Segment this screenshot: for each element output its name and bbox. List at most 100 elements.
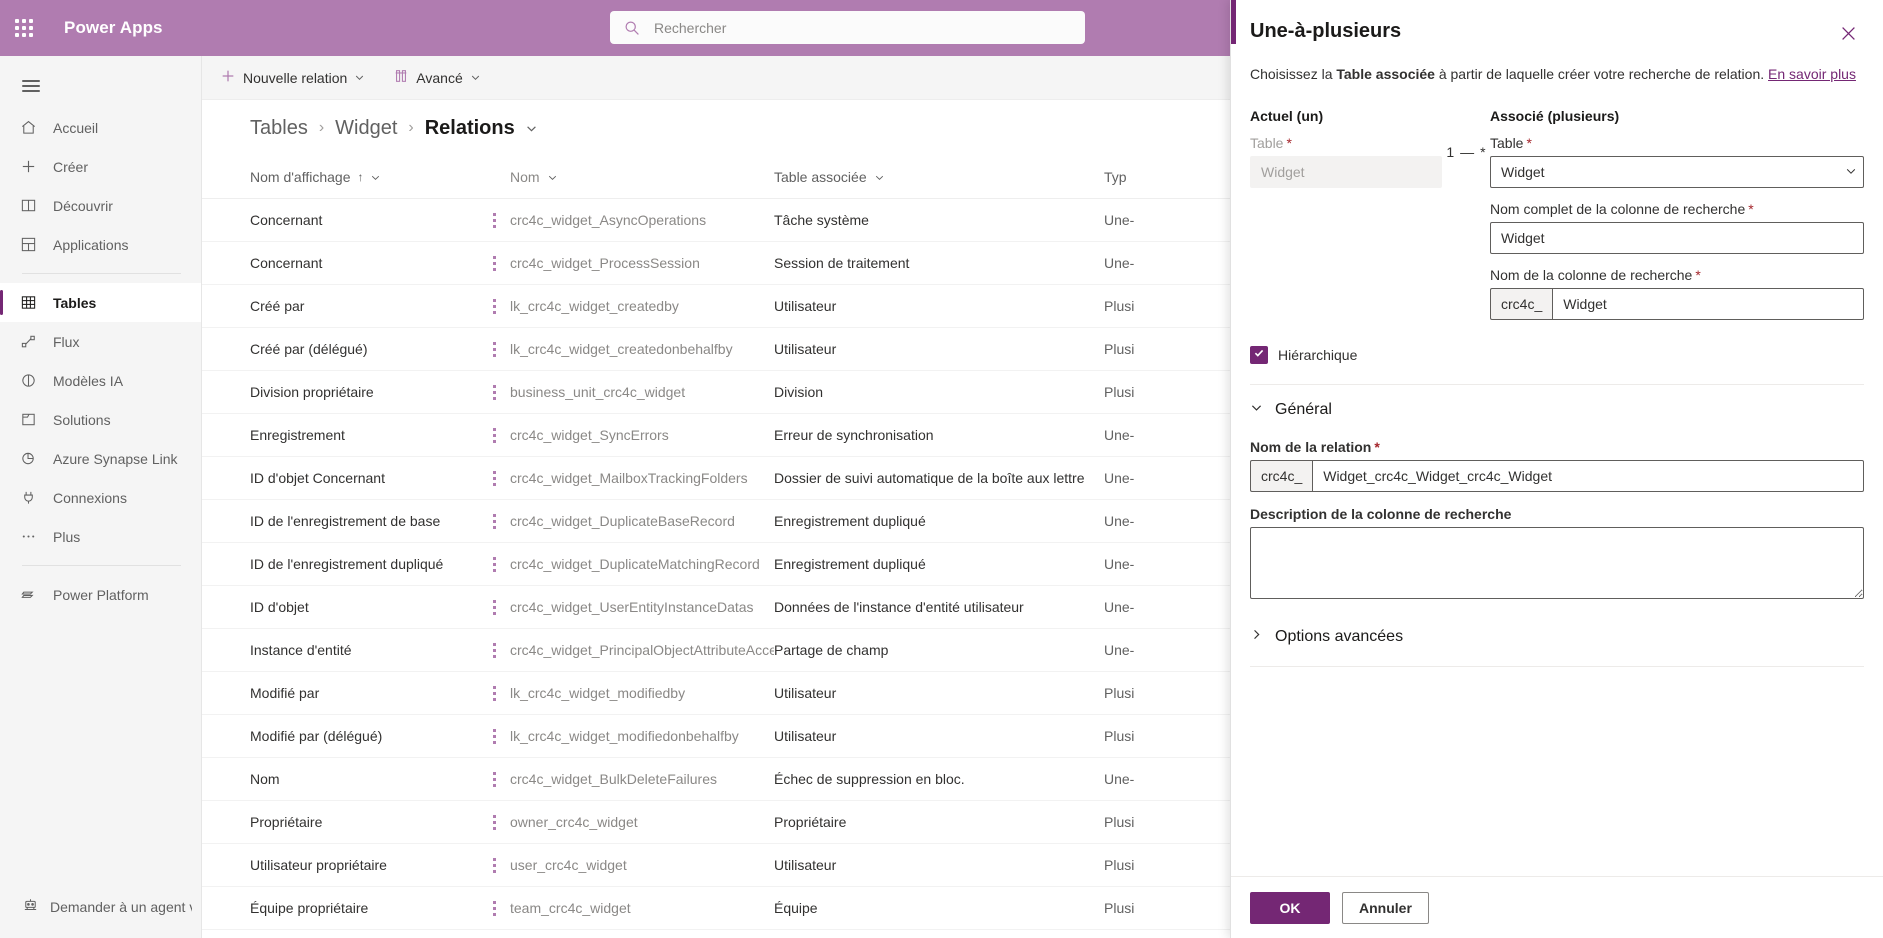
sidebar-item-applications[interactable]: Applications: [0, 225, 201, 264]
search-input[interactable]: [652, 18, 1032, 37]
sidebar-item-azure-synapse-link[interactable]: Azure Synapse Link: [0, 439, 201, 478]
relation-name-input[interactable]: Widget_crc4c_Widget_crc4c_Widget: [1312, 460, 1864, 493]
cell-text: Propriétaire: [774, 814, 847, 830]
column-header-display-name[interactable]: Nom d'affichage ↑: [250, 169, 478, 185]
cell-type: Une-: [1104, 771, 1244, 787]
cell-text: Concernant: [250, 255, 323, 271]
sidebar-item-creer[interactable]: Créer: [0, 147, 201, 186]
global-search[interactable]: [610, 11, 1085, 44]
panel-title: Une-à-plusieurs: [1250, 20, 1402, 42]
cell-text: Nom: [250, 771, 280, 787]
panel-header: Une-à-plusieurs: [1231, 0, 1883, 48]
cell-display-name: Créé par: [250, 298, 478, 314]
general-section-toggle[interactable]: Général: [1250, 401, 1864, 419]
cell-display-name: Nom: [250, 771, 478, 787]
hamburger-icon[interactable]: [0, 64, 201, 108]
row-menu-button[interactable]: [478, 341, 510, 357]
chevron-down-icon: [354, 70, 365, 86]
lookup-schema-name-label: Nom de la colonne de recherche *: [1490, 267, 1864, 283]
cell-text: Plusi: [1104, 298, 1135, 314]
row-menu-button[interactable]: [478, 814, 510, 830]
hierarchical-row: Hiérarchique: [1250, 346, 1864, 365]
cancel-button[interactable]: Annuler: [1342, 891, 1429, 924]
chevron-right-icon: [1250, 628, 1263, 646]
row-menu-button[interactable]: [478, 556, 510, 572]
sidebar-item-power-platform[interactable]: Power Platform: [0, 575, 201, 614]
sidebar-item-flux[interactable]: Flux: [0, 322, 201, 361]
cell-display-name: Créé par (délégué): [250, 341, 478, 357]
row-menu-button[interactable]: [478, 212, 510, 228]
cell-text: Enregistrement dupliqué: [774, 556, 926, 572]
cell-type: Plusi: [1104, 728, 1244, 744]
related-table-dropdown[interactable]: Widget: [1490, 156, 1864, 189]
hierarchical-checkbox[interactable]: [1250, 346, 1268, 365]
cell-text: Créé par: [250, 298, 305, 314]
row-menu-button[interactable]: [478, 599, 510, 615]
cell-text: Une-: [1104, 513, 1135, 529]
row-menu-button[interactable]: [478, 427, 510, 443]
app-brand-title[interactable]: Power Apps: [64, 18, 163, 38]
cell-text: Propriétaire: [250, 814, 323, 830]
sidebar-item-accueil[interactable]: Accueil: [0, 108, 201, 147]
cell-type: Plusi: [1104, 384, 1244, 400]
chevron-down-icon[interactable]: [525, 122, 538, 135]
lookup-description-textarea[interactable]: [1250, 527, 1864, 600]
sidebar-item-solutions[interactable]: Solutions: [0, 400, 201, 439]
related-group-title: Associé (plusieurs): [1490, 108, 1620, 125]
row-menu-button[interactable]: [478, 470, 510, 486]
sidebar-item-plus[interactable]: Plus: [0, 517, 201, 556]
breadcrumb-item-widget[interactable]: Widget: [335, 117, 397, 140]
cell-text: Utilisateur: [774, 857, 837, 873]
sidebar-item-label: Azure Synapse Link: [53, 450, 178, 467]
chevron-down-icon[interactable]: [370, 172, 381, 183]
relation-name-prefix: crc4c_: [1250, 460, 1313, 493]
row-menu-button[interactable]: [478, 513, 510, 529]
cardinality-one: 1: [1446, 144, 1455, 161]
learn-more-link[interactable]: En savoir plus: [1768, 66, 1856, 82]
sidebar-item-tables[interactable]: Tables: [0, 283, 201, 322]
column-header-related-table[interactable]: Table associée: [774, 169, 1104, 185]
solutions-icon: [20, 411, 42, 428]
chevron-down-icon[interactable]: [547, 172, 558, 183]
cell-text: crc4c_widget_AsyncOperations: [510, 212, 707, 228]
row-menu-button[interactable]: [478, 298, 510, 314]
advanced-button[interactable]: Avancé: [383, 56, 490, 100]
row-menu-button[interactable]: [478, 900, 510, 916]
cell-name: crc4c_widget_DuplicateBaseRecord: [510, 513, 774, 529]
virtual-agent-button[interactable]: Demander à un agent virt: [10, 886, 192, 928]
apps-grid-icon: [20, 236, 42, 253]
cell-text: crc4c_widget_ProcessSession: [510, 255, 700, 271]
advanced-options-toggle[interactable]: Options avancées: [1250, 628, 1864, 646]
lookup-schema-input[interactable]: Widget: [1552, 288, 1864, 321]
row-menu-button[interactable]: [478, 728, 510, 744]
row-menu-button[interactable]: [478, 857, 510, 873]
column-header-type[interactable]: Typ: [1104, 169, 1244, 185]
close-icon[interactable]: [1833, 18, 1863, 48]
more-vertical-icon: [492, 341, 496, 357]
panel-divider-1: [1250, 384, 1864, 386]
sidebar-item-decouvrir[interactable]: Découvrir: [0, 186, 201, 225]
breadcrumb-separator: ›: [408, 119, 414, 136]
cell-text: Division: [774, 384, 824, 400]
chevron-down-icon[interactable]: [874, 172, 885, 183]
column-header-label: Table associée: [774, 169, 867, 185]
cell-text: crc4c_widget_UserEntityInstanceDatas: [510, 599, 754, 615]
row-menu-button[interactable]: [478, 384, 510, 400]
app-root: Power Apps Accueil: [0, 0, 1883, 938]
lookup-display-name-input[interactable]: Widget: [1490, 222, 1864, 255]
cell-type: Plusi: [1104, 341, 1244, 357]
ok-button[interactable]: OK: [1250, 891, 1330, 924]
row-menu-button[interactable]: [478, 642, 510, 658]
breadcrumb-item-tables[interactable]: Tables: [250, 117, 308, 140]
new-relation-button[interactable]: Nouvelle relation: [210, 56, 375, 100]
breadcrumb-item-relations[interactable]: Relations: [425, 117, 515, 140]
sidebar-item-connexions[interactable]: Connexions: [0, 478, 201, 517]
row-menu-button[interactable]: [478, 255, 510, 271]
cardinality-many: *: [1480, 144, 1486, 161]
row-menu-button[interactable]: [478, 685, 510, 701]
sidebar-item-modeles-ia[interactable]: Modèles IA: [0, 361, 201, 400]
row-menu-button[interactable]: [478, 771, 510, 787]
waffle-icon[interactable]: [0, 0, 48, 56]
column-header-name[interactable]: Nom: [510, 169, 774, 185]
cell-text: Plusi: [1104, 384, 1135, 400]
